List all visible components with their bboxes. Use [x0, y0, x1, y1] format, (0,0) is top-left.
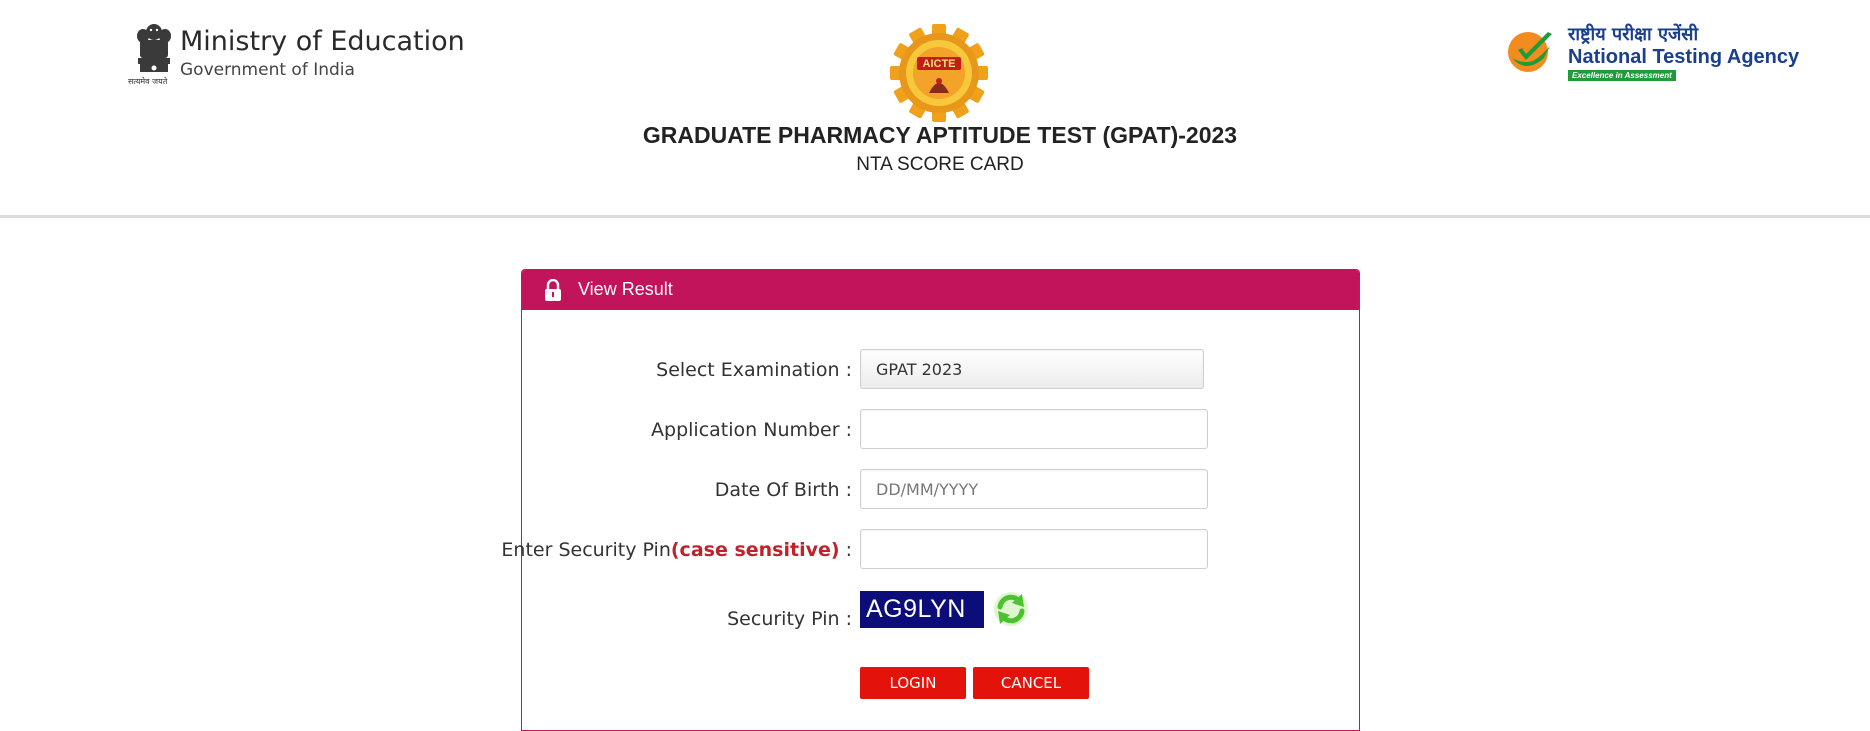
enter-security-pin-label-suffix: : [839, 539, 852, 561]
dob-input[interactable] [860, 469, 1208, 509]
dob-label: Date Of Birth : [714, 479, 852, 501]
captcha-image: AG9LYN [860, 591, 984, 628]
case-sensitive-note: (case sensitive) [670, 539, 840, 561]
refresh-icon[interactable] [992, 590, 1030, 628]
application-number-input[interactable] [860, 409, 1208, 449]
nta-check-logo [1508, 32, 1552, 72]
nta-tagline: Excellence in Assessment [1568, 70, 1676, 81]
nta-hindi-name: राष्ट्रीय परीक्षा एजेंसी [1568, 24, 1699, 45]
enter-security-pin-label-main: Enter Security Pin [501, 539, 671, 561]
cancel-button[interactable]: CANCEL [973, 667, 1089, 699]
login-button[interactable]: LOGIN [860, 667, 966, 699]
select-examination-dropdown[interactable]: GPAT 2023 [860, 349, 1204, 389]
nta-logo: राष्ट्रीय परीक्षा एजेंसी National Testin… [1506, 22, 1836, 84]
aicte-label: AICTE [923, 58, 956, 70]
exam-title: GRADUATE PHARMACY APTITUDE TEST (GPAT)-2… [642, 122, 1238, 148]
ministry-of-education-logo: सत्यमेव जयते Ministry of Education Gover… [128, 22, 465, 92]
emblem-motto: सत्यमेव जयते [128, 77, 168, 86]
panel-title: View Result [578, 279, 673, 299]
security-pin-input[interactable] [860, 529, 1208, 569]
page-header: सत्यमेव जयते Ministry of Education Gover… [0, 0, 1870, 216]
application-number-label: Application Number : [651, 419, 852, 441]
header-divider [0, 215, 1870, 218]
panel-header: View Result [522, 270, 1359, 310]
nta-name: National Testing Agency [1568, 46, 1800, 68]
view-result-panel: View Result Select Examination : GPAT 20… [501, 269, 1360, 731]
exam-subtitle: NTA SCORE CARD [856, 154, 1024, 175]
security-pin-label: Security Pin : [727, 608, 852, 630]
select-examination-label: Select Examination : [656, 359, 852, 381]
enter-security-pin-label: Enter Security Pin(case sensitive) : [501, 539, 852, 561]
ministry-title: Ministry of Education [180, 26, 465, 57]
lock-icon [545, 279, 561, 301]
ministry-subtitle: Government of India [180, 60, 355, 80]
aicte-gear-logo: AICTE [890, 24, 988, 122]
select-examination-value: GPAT 2023 [876, 359, 963, 379]
